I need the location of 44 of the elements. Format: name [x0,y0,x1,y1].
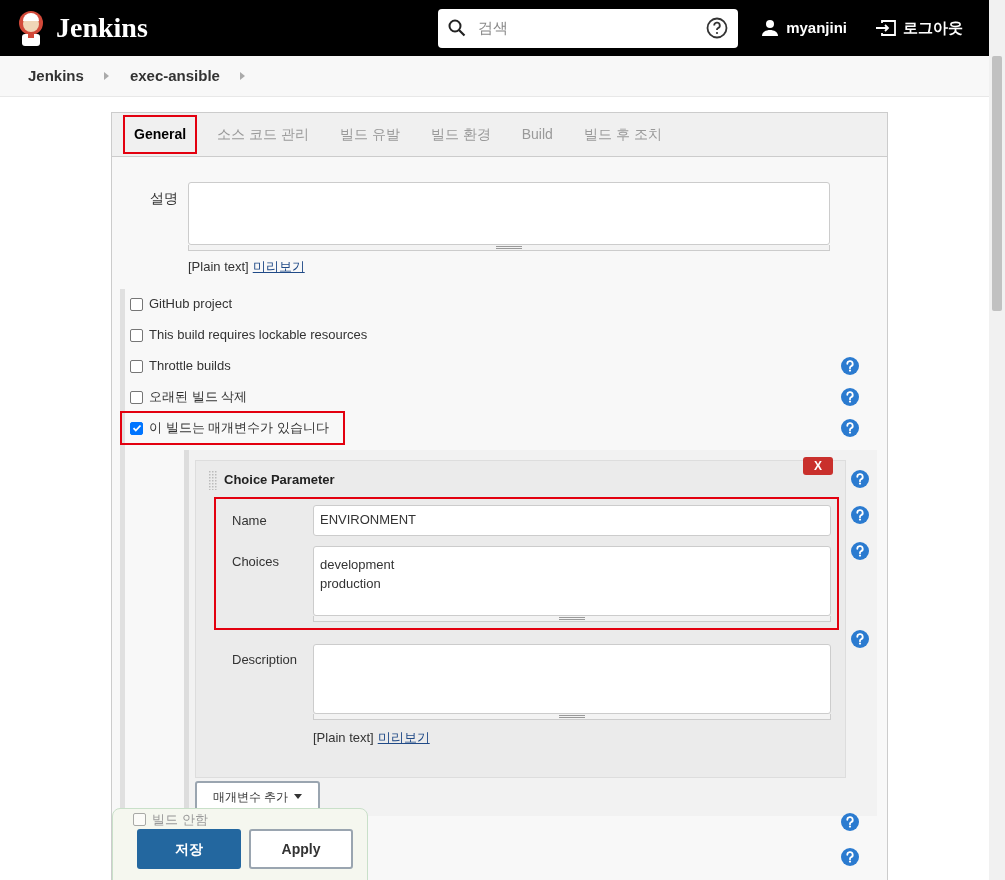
logout-link[interactable]: 로그아웃 [903,16,963,40]
checkbox[interactable] [133,813,146,826]
save-button[interactable]: 저장 [137,829,241,869]
checkbox[interactable] [130,390,143,404]
help-icon[interactable] [706,17,729,39]
resize-handle[interactable] [313,713,831,720]
preview-link[interactable]: 미리보기 [377,727,430,747]
field-label: 설명 [149,189,178,208]
search-icon [448,19,467,37]
resize-handle[interactable] [188,245,830,251]
option-label[interactable]: This build requires lockable resources [149,325,368,345]
apply-button[interactable]: Apply [249,829,353,869]
checkbox[interactable] [130,421,143,435]
name-input-field[interactable]: ENVIRONMENT [313,504,831,536]
parameter-title: Choice Parameter [224,470,335,489]
checkbox[interactable] [130,328,143,342]
option-label[interactable]: Throttle builds [149,356,231,376]
option-label[interactable]: GitHub project [149,294,233,314]
field-label: Description [231,650,299,669]
butler-logo-icon[interactable] [16,10,46,46]
caret-icon[interactable] [239,72,246,80]
checkbox[interactable] [130,297,143,311]
logout-icon [875,19,897,37]
format-label: [Plain text] [313,728,374,747]
delete-button[interactable]: X [803,456,833,475]
preview-link[interactable]: 미리보기 [252,257,305,277]
breadcrumb-link[interactable]: Jenkins [28,64,84,88]
text-area[interactable]: development production [313,545,831,616]
search-field[interactable]: 검색 [438,8,739,48]
field-label: Choices [231,552,280,571]
option-label[interactable]: 오래된 빌드 삭제 [149,387,248,407]
logo-text[interactable]: Jenkins [56,7,148,49]
caret-icon [294,794,303,799]
scrollbar[interactable] [989,0,1005,880]
drag-handle-icon[interactable] [208,469,218,490]
tab[interactable]: General [123,115,198,154]
username-link[interactable]: myanjini [786,16,847,40]
user-icon [760,18,781,38]
caret-icon[interactable] [103,72,110,80]
breadcrumb-link[interactable]: exec-ansible [129,64,220,88]
resize-handle[interactable] [313,615,831,622]
checkbox[interactable] [130,359,143,373]
field-label: Name [231,511,268,530]
format-label: [Plain text] [188,258,249,276]
